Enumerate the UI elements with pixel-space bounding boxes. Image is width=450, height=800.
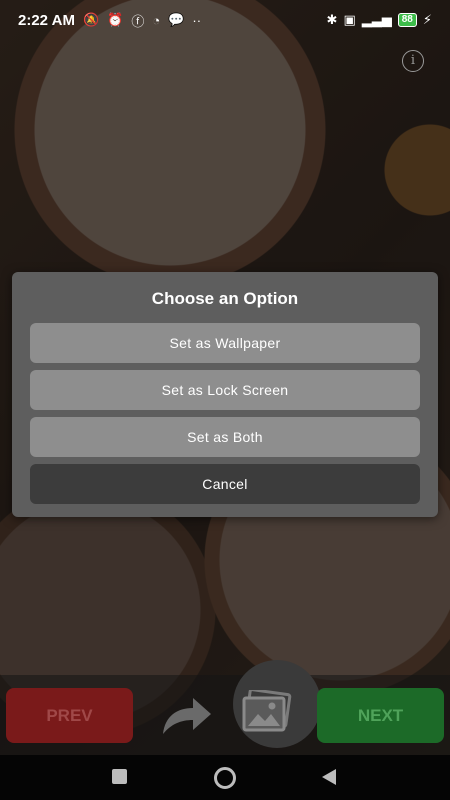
status-bar: 2:22 AM 🔕 ⏰ ⓕ ◔ 💬 ·· ✱ ▣ ▂▃▅ 88 ⚡ bbox=[0, 0, 450, 40]
next-button[interactable]: NEXT bbox=[317, 688, 444, 743]
choose-option-dialog: Choose an Option Set as Wallpaper Set as… bbox=[12, 272, 438, 517]
set-both-button[interactable]: Set as Both bbox=[30, 417, 420, 457]
status-left: 2:22 AM 🔕 ⏰ ⓕ ◔ 💬 ·· bbox=[18, 11, 201, 30]
home-nav-icon[interactable] bbox=[214, 767, 236, 789]
whatsapp-icon: ◔ bbox=[152, 12, 161, 28]
status-right: ✱ ▣ ▂▃▅ 88 ⚡ bbox=[327, 12, 432, 28]
set-wallpaper-button[interactable]: Set as Wallpaper bbox=[30, 323, 420, 363]
prev-button[interactable]: PREV bbox=[6, 688, 133, 743]
cancel-button[interactable]: Cancel bbox=[30, 464, 420, 504]
battery-indicator: 88 bbox=[397, 13, 417, 27]
wallpaper-image-icon bbox=[242, 690, 292, 732]
system-navigation-bar bbox=[0, 755, 450, 800]
chat-icon: 💬 bbox=[168, 12, 185, 27]
charging-icon: ⚡ bbox=[422, 12, 432, 27]
set-lock-screen-button[interactable]: Set as Lock Screen bbox=[30, 370, 420, 410]
recents-nav-icon[interactable] bbox=[112, 769, 127, 784]
status-time: 2:22 AM bbox=[18, 11, 75, 29]
facebook-icon: ⓕ bbox=[131, 13, 145, 29]
dialog-title: Choose an Option bbox=[151, 289, 299, 308]
info-icon[interactable]: i bbox=[402, 50, 424, 72]
volte-icon: ▣ bbox=[343, 12, 356, 27]
back-nav-icon[interactable] bbox=[321, 768, 337, 786]
mute-icon: 🔕 bbox=[82, 12, 100, 27]
share-arrow-icon[interactable] bbox=[155, 690, 215, 740]
more-notifications-icon: ·· bbox=[192, 12, 202, 28]
alarm-icon: ⏰ bbox=[107, 12, 124, 27]
bluetooth-icon: ✱ bbox=[326, 12, 338, 27]
signal-icon: ▂▃▅ bbox=[361, 12, 392, 27]
